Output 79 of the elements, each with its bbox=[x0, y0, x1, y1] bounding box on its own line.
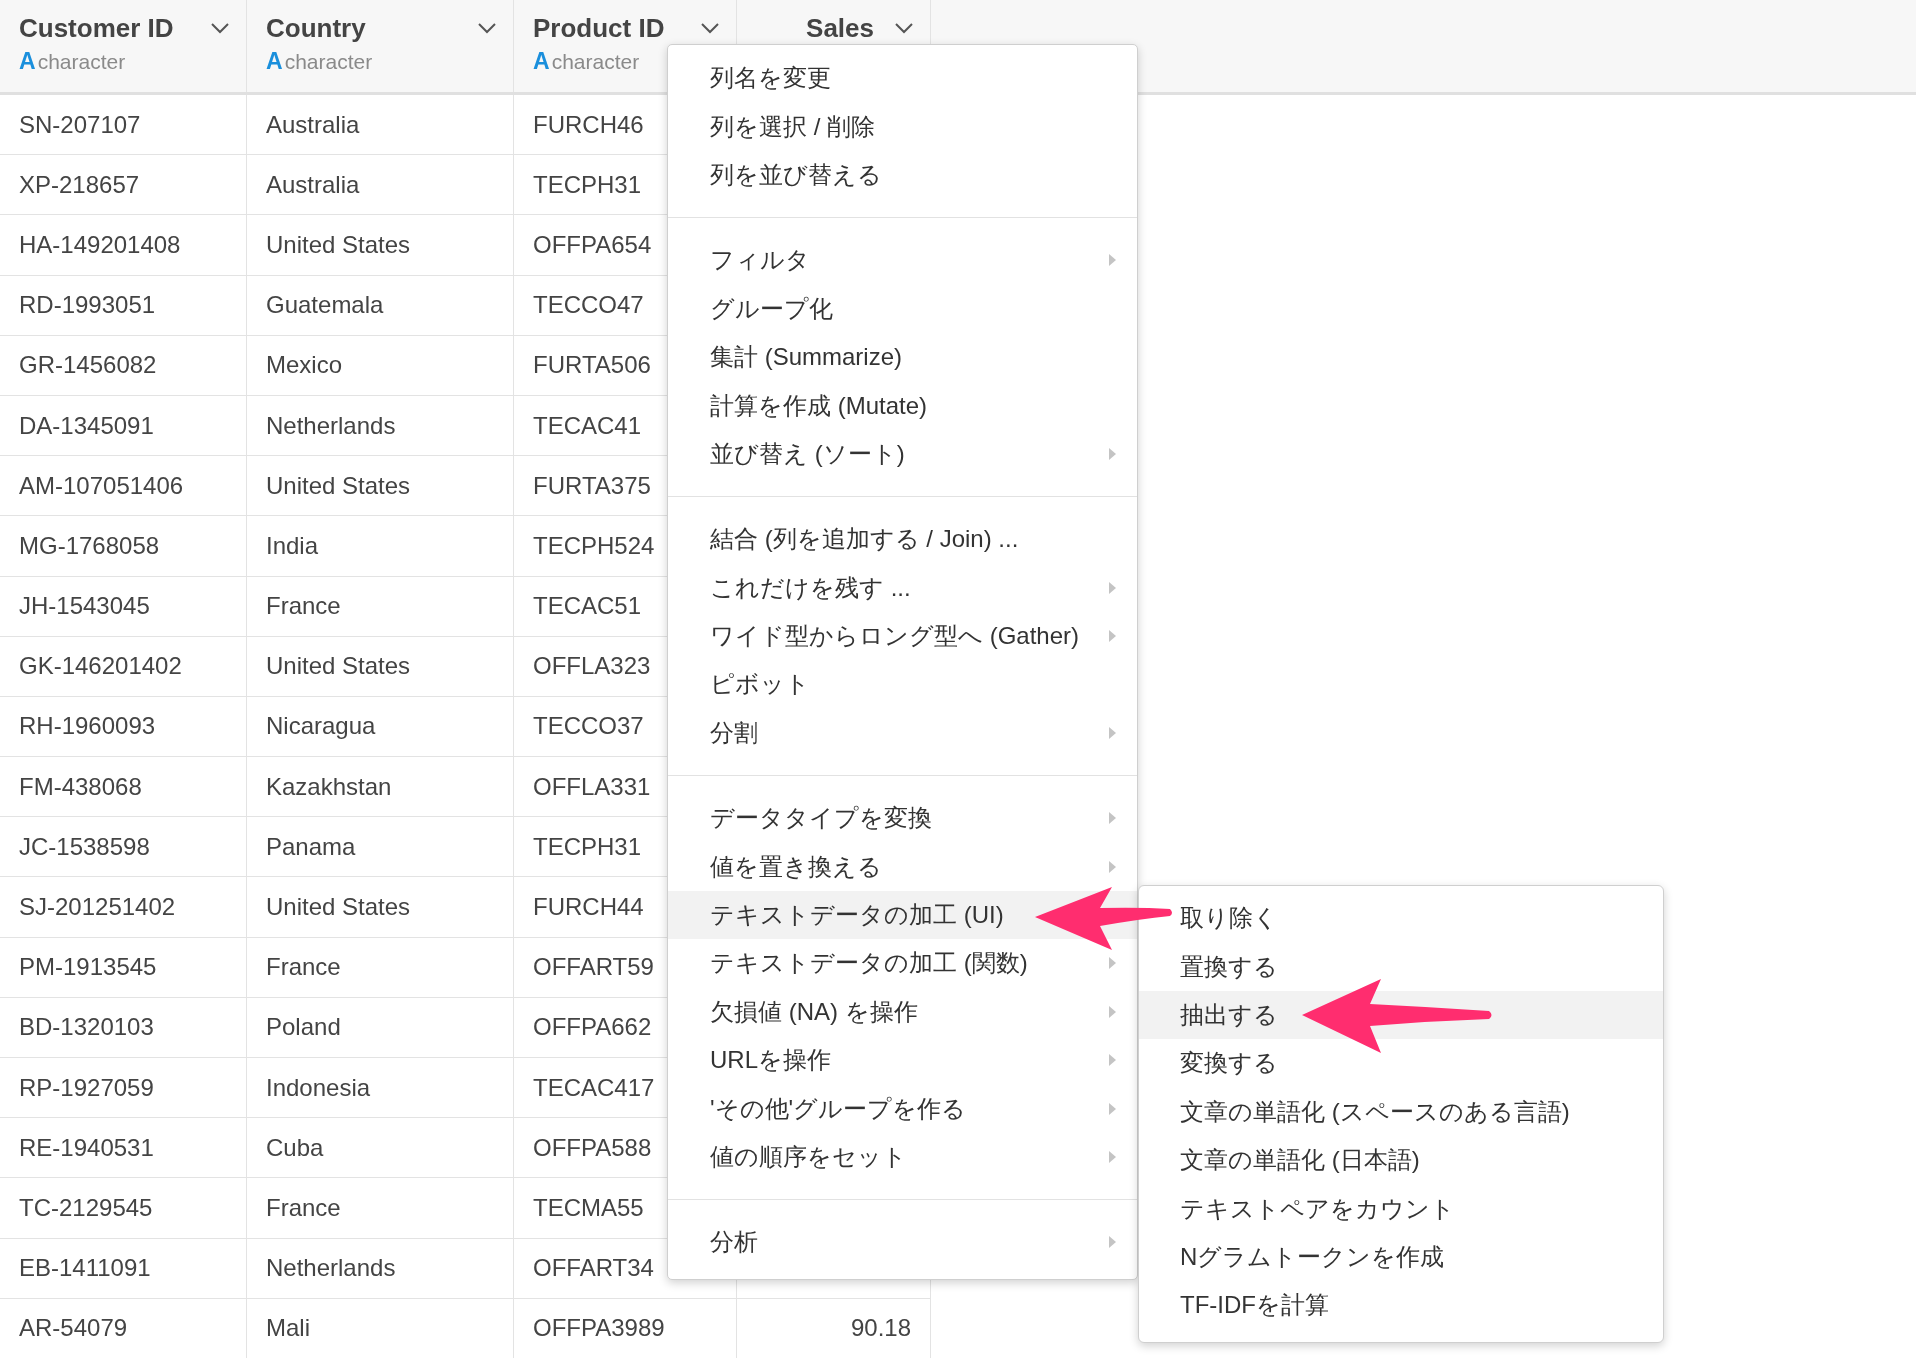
table-cell: OFFPA3989 bbox=[514, 1298, 737, 1358]
table-cell: India bbox=[247, 516, 514, 577]
table-cell: Indonesia bbox=[247, 1058, 514, 1119]
submenu-arrow-icon bbox=[1108, 956, 1117, 971]
submenu-arrow-icon bbox=[1108, 1053, 1117, 1068]
table-cell: Poland bbox=[247, 997, 514, 1058]
chevron-down-icon[interactable] bbox=[477, 22, 497, 34]
table-cell: RE-1940531 bbox=[0, 1118, 247, 1179]
chevron-down-icon[interactable] bbox=[700, 22, 720, 34]
table-cell: RP-1927059 bbox=[0, 1058, 247, 1119]
table-cell: XP-218657 bbox=[0, 155, 247, 216]
table-cell: SN-207107 bbox=[0, 95, 247, 156]
table-cell: GK-146201402 bbox=[0, 636, 247, 697]
table-cell: Cuba bbox=[247, 1118, 514, 1179]
submenu-arrow-icon bbox=[1108, 1150, 1117, 1164]
table-cell: United States bbox=[247, 456, 514, 517]
table-cell: 90.18 bbox=[737, 1298, 931, 1358]
table-cell: Kazakhstan bbox=[247, 757, 514, 818]
type-icon: A bbox=[266, 48, 283, 75]
table-cell: AR-54079 bbox=[0, 1298, 247, 1358]
submenu-arrow-icon bbox=[1108, 580, 1117, 595]
table-cell: MG-1768058 bbox=[0, 516, 247, 577]
table-cell: Netherlands bbox=[247, 395, 514, 457]
table-cell: RH-1960093 bbox=[0, 696, 247, 758]
table-cell: TC-2129545 bbox=[0, 1178, 247, 1239]
menu-item[interactable]: 取り除く bbox=[1139, 894, 1663, 943]
submenu-arrow-icon bbox=[1108, 629, 1117, 644]
menu-item[interactable]: 変換する bbox=[1139, 1039, 1663, 1088]
table-cell: HA-149201408 bbox=[0, 215, 247, 276]
table-cell: United States bbox=[247, 636, 514, 697]
table-cell: Australia bbox=[247, 95, 514, 156]
table-cell: United States bbox=[247, 877, 514, 938]
table-cell: AM-107051406 bbox=[0, 456, 247, 517]
submenu-arrow-icon bbox=[1108, 859, 1117, 874]
column-name: Product ID bbox=[533, 12, 665, 44]
column-name: Customer ID bbox=[19, 12, 174, 44]
table-cell: Mali bbox=[247, 1298, 514, 1358]
table-cell: RD-1993051 bbox=[0, 275, 247, 336]
chevron-down-icon[interactable] bbox=[894, 22, 914, 34]
column-type: character bbox=[551, 50, 640, 74]
table-cell: GR-1456082 bbox=[0, 335, 247, 396]
menu-item[interactable]: テキストペアをカウント bbox=[1139, 1184, 1663, 1233]
table-cell: SJ-201251402 bbox=[0, 877, 247, 938]
submenu-arrow-icon bbox=[1108, 1101, 1117, 1116]
table-cell: France bbox=[247, 1178, 514, 1239]
menu-item[interactable]: 文章の単語化 (スペースのある言語) bbox=[1139, 1087, 1663, 1136]
table-cell: France bbox=[247, 576, 514, 637]
submenu-arrow-icon bbox=[1108, 1004, 1117, 1019]
table-cell: Panama bbox=[247, 817, 514, 878]
menu-item[interactable]: TF-IDFを計算 bbox=[1139, 1281, 1663, 1330]
table-cell: Netherlands bbox=[247, 1238, 514, 1299]
column-type: character bbox=[284, 50, 373, 74]
table-cell: JH-1543045 bbox=[0, 576, 247, 637]
submenu-arrow-icon bbox=[1108, 1235, 1117, 1250]
table-cell: JC-1538598 bbox=[0, 817, 247, 878]
type-icon: A bbox=[533, 48, 550, 75]
table-cell: Nicaragua bbox=[247, 696, 514, 758]
column-name: Country bbox=[266, 12, 366, 44]
menu-item[interactable]: Nグラムトークンを作成 bbox=[1139, 1232, 1663, 1282]
table-cell: France bbox=[247, 937, 514, 998]
menu-item[interactable]: 文章の単語化 (日本語) bbox=[1139, 1135, 1663, 1185]
table-cell: PM-1913545 bbox=[0, 937, 247, 998]
menu-item[interactable]: 置換する bbox=[1139, 942, 1663, 991]
table-cell: DA-1345091 bbox=[0, 395, 247, 457]
submenu-arrow-icon bbox=[1108, 253, 1117, 268]
table-cell: BD-1320103 bbox=[0, 997, 247, 1058]
table-cell: Australia bbox=[247, 155, 514, 216]
table-cell: United States bbox=[247, 215, 514, 276]
chevron-down-icon[interactable] bbox=[210, 22, 230, 34]
type-icon: A bbox=[19, 48, 36, 75]
table-cell: Guatemala bbox=[247, 275, 514, 336]
column-type: character bbox=[37, 50, 126, 74]
table-cell: EB-1411091 bbox=[0, 1238, 247, 1299]
submenu-arrow-icon bbox=[1108, 811, 1117, 826]
submenu-arrow-icon bbox=[1108, 725, 1117, 740]
table-cell: FM-438068 bbox=[0, 757, 247, 818]
submenu-arrow-icon bbox=[1108, 446, 1117, 461]
column-name: Sales bbox=[806, 12, 874, 44]
table-cell: Mexico bbox=[247, 335, 514, 396]
